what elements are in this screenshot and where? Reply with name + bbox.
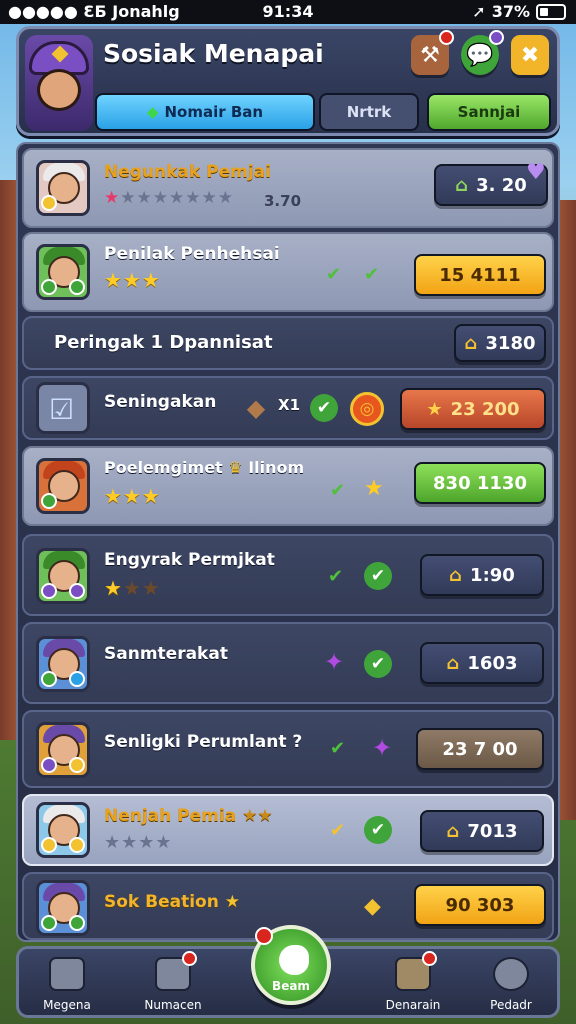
crown-icon: ♛ <box>228 458 243 477</box>
battery-icon <box>536 3 566 20</box>
check-icon: ✔ <box>330 480 346 501</box>
house-icon: ⌂ <box>446 820 460 842</box>
list-item[interactable]: Nenjah Pemia ★★ ★★★★ ✔ ✔ ⌂ 7013 <box>22 794 554 866</box>
shield-check-icon: ✔ <box>364 562 392 590</box>
house-icon: ⌂ <box>449 564 463 586</box>
player-name: Nenjah Pemia ★★ <box>104 806 273 826</box>
profile-icon <box>493 957 529 991</box>
avatar: ☑ <box>36 382 90 434</box>
rating-value: 3.70 <box>264 192 302 210</box>
shield-check-icon: ✔ <box>364 816 392 844</box>
purple-gem-icon: ✦ <box>323 648 345 676</box>
check-icon: ✔ <box>330 738 346 759</box>
list-item[interactable]: ☑ Seningakan ◆ X1 ✔ ◎ ★ 23 200 <box>22 376 554 440</box>
score-badge[interactable]: 23 7 00 <box>416 728 544 770</box>
location-icon: ➚ <box>472 2 486 21</box>
player-name: Sanmterakat <box>104 644 228 664</box>
house-icon <box>49 957 85 991</box>
house-icon: ⌂ <box>464 332 478 354</box>
shield-check-icon: ✔ <box>364 650 392 678</box>
player-name: Seningakan <box>104 392 217 412</box>
avatar <box>36 880 90 936</box>
shield-check-icon: ✔ <box>310 394 338 422</box>
header-panel: Sosiak Menapai ⚒ 💬 ✖ ◆ Nomair Ban Nrtrk S… <box>16 26 560 136</box>
list-item[interactable]: Senligki Perumlant ? ✔ ✦ 23 7 00 <box>22 710 554 788</box>
page-title: Sosiak Menapai <box>103 39 324 68</box>
bottom-nav: Megena Numacen Beam Denarain Pedadr <box>16 925 560 1018</box>
tab-nomair-ban[interactable]: ◆ Nomair Ban <box>95 93 315 131</box>
nav-beam-button[interactable]: Beam <box>251 925 331 1005</box>
battery-percent: 37% <box>491 2 530 21</box>
star-rating: ★★★ <box>104 576 161 600</box>
player-name: Engyrak Permjkat <box>104 550 275 570</box>
multiplier-badge: X1 <box>278 396 301 414</box>
close-x-icon[interactable]: ✖ <box>511 35 549 75</box>
stars-icon: ★★ <box>242 806 273 826</box>
chat-icon[interactable]: 💬 <box>461 30 504 75</box>
gem-icon: ◆ <box>146 103 159 121</box>
tab-nrtrk[interactable]: Nrtrk <box>319 93 419 131</box>
player-name: Senligki Perumlant ? <box>104 732 303 752</box>
checkbox-icon: ☑ <box>49 393 75 426</box>
house-icon: ⌂ <box>455 174 469 196</box>
score-badge[interactable]: 830 1130 <box>414 462 546 504</box>
player-name: Peringak 1 Dpannisat <box>54 332 273 353</box>
star-icon: ★ <box>224 892 241 912</box>
player-name: Penilak Penhehsai <box>104 244 280 264</box>
nav-megena[interactable]: Megena <box>19 957 115 1012</box>
check-icon: ✔ <box>364 264 380 285</box>
star-rating: ★★★ <box>104 268 161 292</box>
shop-icon <box>155 951 197 991</box>
nav-denarain[interactable]: Denarain <box>365 951 461 1012</box>
list-item[interactable]: Negunkak Pemjai ★★★★★★★★ 3.70 ⌂ 3. 20 ♥ <box>22 148 554 228</box>
score-badge[interactable]: ⌂ 1603 <box>420 642 544 684</box>
house-icon: ⌂ <box>446 652 460 674</box>
avatar <box>36 244 90 300</box>
avatar <box>36 548 90 604</box>
score-badge[interactable]: ⌂ 7013 <box>420 810 544 852</box>
star-rating: ★★★★ <box>104 832 173 853</box>
avatar <box>36 802 90 858</box>
check-icon: ✔ <box>326 264 342 285</box>
nav-numacen[interactable]: Numacen <box>125 951 221 1012</box>
avatar <box>36 458 90 514</box>
leaf-icon <box>279 945 309 975</box>
tab-sannjai[interactable]: Sannjai <box>427 93 551 131</box>
check-icon: ✔ <box>328 566 344 587</box>
scroll-icon <box>395 951 437 991</box>
avatar <box>36 722 90 778</box>
star-icon: ★ <box>364 476 384 501</box>
purple-gem-icon: ✦ <box>371 734 393 762</box>
leaderboard-list: Negunkak Pemjai ★★★★★★★★ 3.70 ⌂ 3. 20 ♥ P… <box>16 142 560 942</box>
player-name: Poelemgimet ♛ Ilinom <box>104 458 305 477</box>
coin-icon: ◎ <box>350 392 384 426</box>
list-item[interactable]: Poelemgimet ♛ Ilinom ★★★ ✔ ★ 830 1130 <box>22 446 554 526</box>
avatar <box>36 636 90 692</box>
list-item[interactable]: Sanmterakat ✦ ✔ ⌂ 1603 <box>22 622 554 704</box>
list-item[interactable]: Peringak 1 Dpannisat ⌂ 3180 <box>22 316 554 370</box>
nav-pedadr[interactable]: Pedadr <box>463 957 559 1012</box>
player-name: Sok Beation ★ <box>104 892 241 912</box>
tools-icon[interactable]: ⚒ <box>411 30 454 75</box>
diamond-icon: ◆ <box>364 894 381 919</box>
score-badge[interactable]: ⌂ 3180 <box>454 324 546 362</box>
score-badge[interactable]: 90 303 <box>414 884 546 926</box>
list-item[interactable]: Penilak Penhehsai ★★★ ✔ ✔ 15 4111 <box>22 232 554 312</box>
star-rating: ★★★★★★★★ <box>104 188 234 208</box>
avatar <box>36 160 90 216</box>
player-avatar[interactable] <box>25 35 93 131</box>
status-bar: ●●●●● ƐƂ Jonahlg 91:34 ➚ 37% <box>0 0 576 24</box>
star-rating: ★★★ <box>104 484 161 508</box>
star-icon: ★ <box>426 398 443 420</box>
score-badge[interactable]: 15 4111 <box>414 254 546 296</box>
player-name: Negunkak Pemjai <box>104 162 271 182</box>
check-icon: ✔ <box>330 820 346 841</box>
diamond-icon: ◆ <box>246 394 266 422</box>
score-badge[interactable]: ★ 23 200 <box>400 388 546 430</box>
score-badge[interactable]: ⌂ 1:90 <box>420 554 544 596</box>
list-item[interactable]: Engyrak Permjkat ★★★ ✔ ✔ ⌂ 1:90 <box>22 534 554 616</box>
heart-icon: ♥ <box>526 160 546 185</box>
